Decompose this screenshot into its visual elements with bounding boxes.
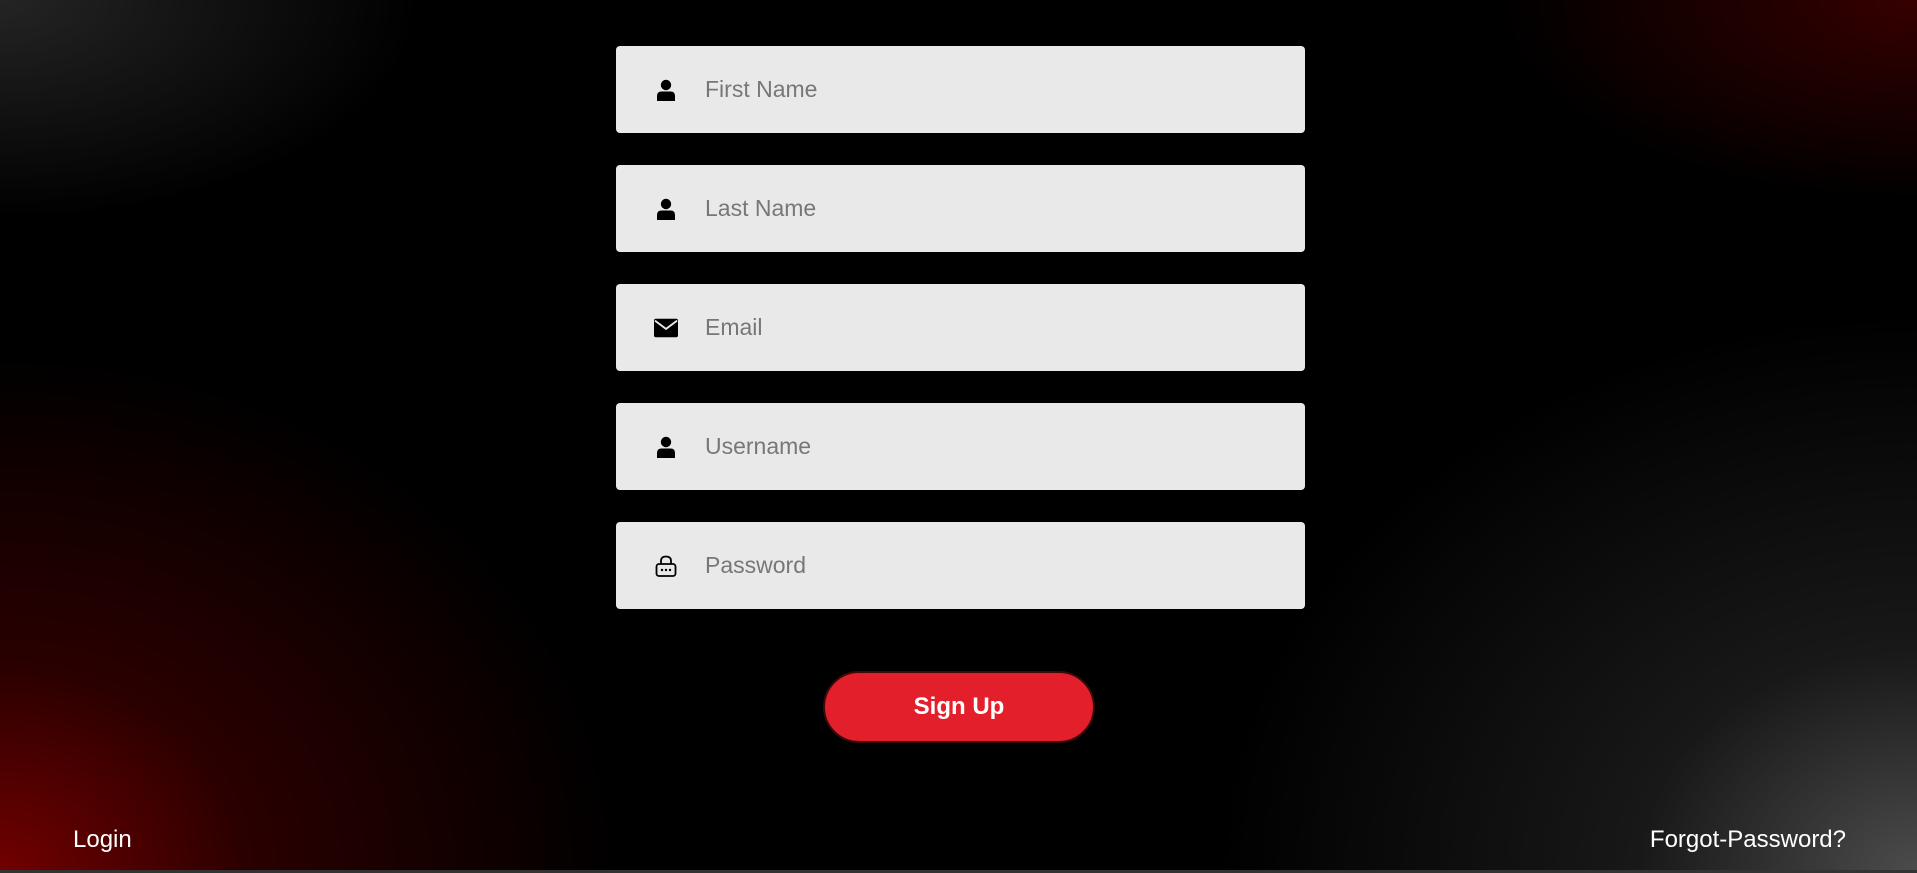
login-link[interactable]: Login xyxy=(73,826,132,854)
email-field xyxy=(616,284,1305,371)
email-input[interactable] xyxy=(705,307,1265,348)
signup-form xyxy=(616,46,1305,609)
user-icon xyxy=(654,78,678,102)
sign-up-button[interactable]: Sign Up xyxy=(823,671,1095,743)
forgot-password-link[interactable]: Forgot-Password? xyxy=(1650,826,1846,854)
first-name-field xyxy=(616,46,1305,133)
username-field xyxy=(616,403,1305,490)
envelope-icon xyxy=(654,316,678,340)
password-input[interactable] xyxy=(705,545,1265,586)
lock-icon xyxy=(654,554,678,578)
password-field xyxy=(616,522,1305,609)
last-name-field xyxy=(616,165,1305,252)
user-icon xyxy=(654,197,678,221)
username-input[interactable] xyxy=(705,426,1265,467)
user-icon xyxy=(654,435,678,459)
first-name-input[interactable] xyxy=(705,69,1265,110)
last-name-input[interactable] xyxy=(705,188,1265,229)
